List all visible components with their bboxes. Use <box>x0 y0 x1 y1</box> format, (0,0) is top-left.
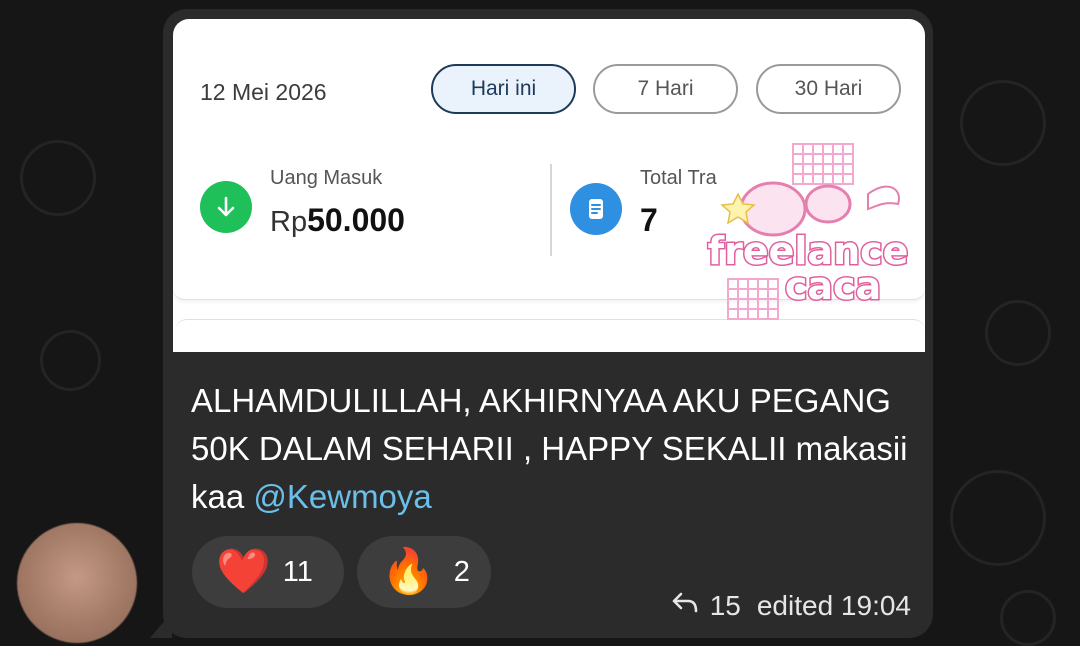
stats-divider <box>550 164 552 256</box>
arrow-down-icon <box>200 181 252 233</box>
attached-screenshot[interactable]: 12 Mei 2026 Hari ini 7 Hari 30 Hari Uang… <box>173 19 925 352</box>
income-value: 50.000 <box>307 202 405 238</box>
reply-count[interactable]: 15 <box>710 590 741 622</box>
reply-icon[interactable] <box>670 589 700 622</box>
filter-today-pill: Hari ini <box>431 64 576 114</box>
message-text: ALHAMDULILLAH, AKHIRNYAA AKU PEGANG 50K … <box>191 377 911 521</box>
fire-count: 2 <box>453 555 470 588</box>
currency-prefix: Rp <box>270 206 308 238</box>
document-icon <box>570 183 622 235</box>
fire-emoji: 🔥 <box>381 547 436 596</box>
sender-avatar[interactable] <box>17 523 137 643</box>
edited-timestamp: edited 19:04 <box>756 589 911 621</box>
heart-emoji: ❤️ <box>216 547 271 596</box>
date-label: 12 Mei 2026 <box>200 79 327 105</box>
income-amount: Rp50.000 <box>270 202 405 239</box>
reaction-heart[interactable]: ❤️ 11 <box>192 536 344 608</box>
freelance-caca-sticker: freelance caca <box>706 143 910 320</box>
filter-7-days-pill: 7 Hari <box>593 64 738 114</box>
message-meta: 15 edited 19:04 <box>670 589 911 622</box>
filter-30-days-pill: 30 Hari <box>756 64 901 114</box>
message-bubble[interactable]: 12 Mei 2026 Hari ini 7 Hari 30 Hari Uang… <box>163 9 933 638</box>
mention-link[interactable]: @Kewmoya <box>253 478 431 515</box>
transactions-value: 7 <box>640 202 658 238</box>
sticker-line-2: caca <box>785 264 881 308</box>
income-label: Uang Masuk <box>270 167 383 189</box>
reaction-fire[interactable]: 🔥 2 <box>357 536 491 608</box>
heart-count: 11 <box>282 555 313 588</box>
